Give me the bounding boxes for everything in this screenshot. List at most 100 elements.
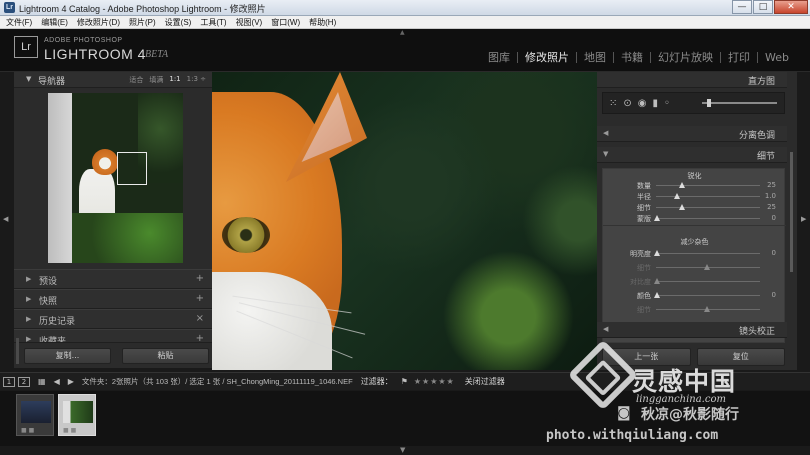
noise-slider-track[interactable] — [656, 264, 760, 270]
noise-slider-track[interactable] — [654, 278, 760, 284]
panel-collections[interactable]: ▶ 收藏夹 + — [14, 329, 212, 343]
noise-slider-label: 明亮度 — [630, 250, 651, 258]
minimize-button[interactable]: — — [732, 0, 752, 14]
panel-presets[interactable]: ▶ 预设 + — [14, 269, 212, 289]
sharpening-slider-value[interactable]: 25 — [767, 181, 776, 189]
add-preset-icon[interactable]: + — [196, 273, 204, 284]
zoom-fit[interactable]: 适合 — [129, 75, 143, 85]
histogram-title: 直方图 — [747, 77, 775, 87]
menu-window[interactable]: 窗口(W) — [271, 17, 300, 28]
menu-view[interactable]: 视图(V) — [236, 17, 263, 28]
copy-settings-button[interactable]: 复制... — [24, 348, 111, 364]
sharpening-slider-track[interactable] — [656, 193, 760, 199]
sharpening-slider-thumb[interactable] — [679, 204, 685, 210]
add-collection-icon[interactable]: + — [196, 333, 204, 342]
star-rating-filter[interactable]: ★★★★★ — [414, 377, 455, 386]
primary-window-button[interactable]: 1 — [3, 376, 15, 387]
lens-correction-header[interactable]: ◀ 镜头校正 — [597, 322, 787, 338]
collapse-triangle-icon: ▼ — [603, 150, 609, 158]
panel-snapshots[interactable]: ▶ 快照 + — [14, 289, 212, 309]
clear-history-icon[interactable]: × — [196, 313, 204, 324]
noise-slider-track[interactable] — [656, 306, 760, 312]
menu-develop[interactable]: 修改照片(D) — [77, 17, 120, 28]
watermark-brand: 灵感中国 — [632, 367, 737, 396]
menu-help[interactable]: 帮助(H) — [309, 17, 336, 28]
noise-slider-row: 颜色 0 — [603, 291, 786, 301]
sharpening-slider-track[interactable] — [656, 182, 760, 188]
noise-slider-thumb[interactable] — [704, 264, 710, 270]
module-map[interactable]: 地图 — [577, 49, 613, 65]
panel-history[interactable]: ▶ 历史记录 × — [14, 309, 212, 329]
forward-arrow-icon[interactable]: ▶ — [68, 377, 74, 386]
module-web[interactable]: Web — [758, 51, 796, 64]
module-develop[interactable]: 修改照片 — [518, 49, 576, 65]
cat-eye — [222, 217, 270, 253]
back-arrow-icon[interactable]: ◀ — [54, 377, 60, 386]
zoom-fill[interactable]: 填满 — [149, 75, 163, 85]
noise-slider-track[interactable] — [654, 250, 760, 256]
navigator-zoom-box[interactable] — [117, 152, 147, 185]
paste-settings-button[interactable]: 粘贴 — [122, 348, 209, 364]
zoom-custom[interactable]: 1:3 ÷ — [187, 75, 206, 85]
top-panel-toggle-icon[interactable]: ▲ — [400, 29, 405, 36]
crop-grid-icon[interactable]: ⁙ — [609, 98, 617, 109]
flag-filter-icon[interactable]: ⚑ — [401, 377, 408, 386]
module-book[interactable]: 书籍 — [614, 49, 650, 65]
menu-settings[interactable]: 设置(S) — [165, 17, 192, 28]
module-library[interactable]: 图库 — [481, 49, 517, 65]
histogram-header[interactable]: 直方图 — [597, 72, 787, 88]
split-toning-header[interactable]: ◀ 分离色调 — [597, 126, 787, 142]
noise-slider-thumb[interactable] — [654, 278, 660, 284]
noise-slider-value[interactable]: 0 — [772, 249, 776, 257]
sharpening-slider-thumb[interactable] — [654, 215, 660, 221]
maximize-button[interactable]: □ — [753, 0, 773, 14]
tool-slider[interactable] — [702, 99, 777, 107]
sharpening-slider-value[interactable]: 0 — [772, 214, 776, 222]
close-button[interactable]: ✕ — [774, 0, 808, 14]
graduated-filter-icon[interactable]: ▮ — [653, 98, 659, 109]
menu-photo[interactable]: 照片(P) — [129, 17, 156, 28]
filmstrip-thumbnail-selected[interactable]: ■ ■ — [58, 394, 96, 436]
sharpening-slider-value[interactable]: 1.0 — [765, 192, 776, 200]
menu-file[interactable]: 文件(F) — [6, 17, 32, 28]
menu-edit[interactable]: 编辑(E) — [41, 17, 68, 28]
right-panel-scrollbar[interactable] — [790, 152, 793, 272]
left-panel-toggle-icon[interactable]: ◀ — [3, 215, 8, 223]
sharpening-slider-value[interactable]: 25 — [767, 203, 776, 211]
sharpening-slider-track[interactable] — [656, 204, 760, 210]
noise-slider-value[interactable]: 0 — [772, 291, 776, 299]
filmstrip-thumbnail[interactable]: ■ ■ — [16, 394, 54, 436]
right-panel-toggle-icon[interactable]: ▶ — [801, 215, 806, 223]
noise-slider-thumb[interactable] — [654, 292, 660, 298]
adjustment-brush-icon[interactable]: ◦ — [664, 98, 670, 109]
menu-tools[interactable]: 工具(T) — [200, 17, 226, 28]
spot-removal-icon[interactable]: ⊙ — [623, 98, 631, 109]
noise-slider-label: 细节 — [637, 264, 651, 272]
expand-triangle-icon: ▶ — [26, 335, 32, 343]
filmstrip-toggle-icon[interactable]: ▼ — [400, 446, 405, 454]
secondary-window-button[interactable]: 2 — [18, 376, 30, 387]
detail-header[interactable]: ▼ 细节 — [597, 147, 787, 163]
sharpening-slider-thumb[interactable] — [674, 193, 680, 199]
noise-slider-thumb[interactable] — [654, 250, 660, 256]
watermark-credit: 秋凉@秋影随行 — [641, 407, 739, 423]
preview-cat-head — [92, 149, 118, 175]
module-print[interactable]: 打印 — [721, 49, 757, 65]
zoom-1-1[interactable]: 1:1 — [169, 75, 180, 85]
filter-off-dropdown[interactable]: 关闭过滤器 — [465, 376, 505, 387]
grid-icon[interactable]: ▦ — [38, 377, 46, 386]
module-slideshow[interactable]: 幻灯片放映 — [651, 49, 720, 65]
noise-slider-row: 细节 — [603, 305, 786, 315]
main-photo-view[interactable] — [212, 72, 597, 370]
sharpening-slider-thumb[interactable] — [679, 182, 685, 188]
navigator-header[interactable]: ▼ 导航器 适合 填满 1:1 1:3 ÷ — [14, 72, 212, 88]
sharpening-slider-track[interactable] — [654, 215, 760, 221]
navigator-preview[interactable] — [48, 93, 183, 263]
noise-slider-thumb[interactable] — [704, 306, 710, 312]
noise-slider-track[interactable] — [654, 292, 760, 298]
watermark-site: photo.withqiuliang.com — [546, 428, 719, 443]
add-snapshot-icon[interactable]: + — [196, 293, 204, 304]
red-eye-icon[interactable]: ◉ — [638, 98, 647, 109]
filmstrip-breadcrumb[interactable]: 文件夹：2张照片（共 103 张）/ 选定 1 张 / SH_ChongMing… — [82, 376, 353, 387]
left-panel-scrollbar[interactable] — [16, 338, 19, 364]
